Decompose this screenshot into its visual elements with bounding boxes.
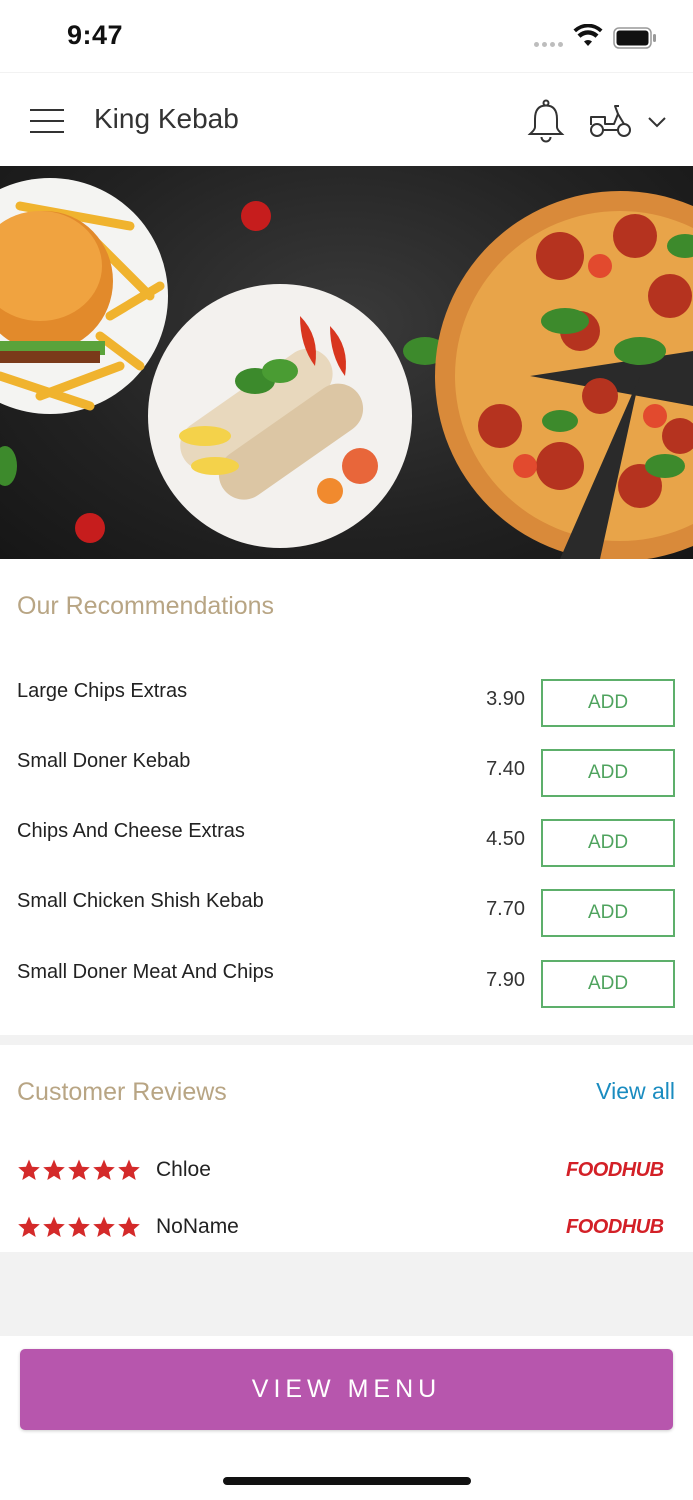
star-icon [43,1159,65,1180]
status-time: 9:47 [67,20,124,50]
item-price: 4.50 [486,828,525,850]
reviewer-name: Chloe [156,1158,211,1181]
star-icon [118,1216,140,1237]
status-bar: 9:47 [0,0,693,72]
view-all-link[interactable]: View all [596,1078,675,1105]
foodhub-logo: FOODHUB [566,1216,664,1238]
review-item: Chloe FOODHUB [0,1158,693,1198]
reviews-title: Customer Reviews [17,1078,227,1106]
review-item: NoName FOODHUB [0,1215,693,1255]
item-name: Chips And Cheese Extras [17,820,245,842]
bell-icon[interactable] [526,99,566,143]
foodhub-logo: FOODHUB [566,1159,664,1181]
view-menu-button[interactable]: VIEW MENU [20,1349,673,1430]
item-price: 7.70 [486,898,525,920]
recommendation-item: Small Chicken Shish Kebab 7.70 ADD [0,889,693,960]
star-icon [93,1159,115,1180]
add-button[interactable]: ADD [541,749,675,797]
store-name: King Kebab [94,103,239,134]
hamburger-menu-icon[interactable] [30,109,64,133]
item-name: Small Chicken Shish Kebab [17,890,264,912]
item-name: Small Doner Meat And Chips [17,961,274,983]
star-rating [17,1158,141,1182]
star-icon [43,1216,65,1237]
hero-illustration [0,178,693,559]
recommendations-title: Our Recommendations [17,592,275,620]
app-header: King Kebab [0,72,693,166]
star-icon [68,1159,90,1180]
star-icon [118,1159,140,1180]
star-icon [93,1216,115,1237]
footer-spacer [0,1252,693,1336]
item-name: Small Doner Kebab [17,750,191,772]
add-button[interactable]: ADD [541,819,675,867]
cellular-signal-icon [534,42,563,47]
scooter-icon[interactable] [588,103,632,139]
recommendation-item: Small Doner Meat And Chips 7.90 ADD [0,960,693,1031]
item-name: Large Chips Extras [17,680,188,702]
recommendation-item: Large Chips Extras 3.90 ADD [0,679,693,750]
section-divider [0,1035,693,1045]
reviewer-name: NoName [156,1215,239,1238]
add-button[interactable]: ADD [541,679,675,727]
battery-icon [613,27,656,49]
item-price: 3.90 [486,688,525,710]
chevron-down-icon[interactable] [646,115,668,129]
hero-food-image [0,166,693,559]
star-icon [68,1216,90,1237]
add-button[interactable]: ADD [541,889,675,937]
star-icon [18,1159,40,1180]
home-indicator[interactable] [223,1477,471,1485]
add-button[interactable]: ADD [541,960,675,1008]
recommendation-item: Chips And Cheese Extras 4.50 ADD [0,819,693,890]
item-price: 7.90 [486,969,525,991]
item-price: 7.40 [486,758,525,780]
star-icon [18,1216,40,1237]
star-rating [17,1215,141,1239]
wifi-icon [573,24,603,46]
recommendation-item: Small Doner Kebab 7.40 ADD [0,749,693,820]
